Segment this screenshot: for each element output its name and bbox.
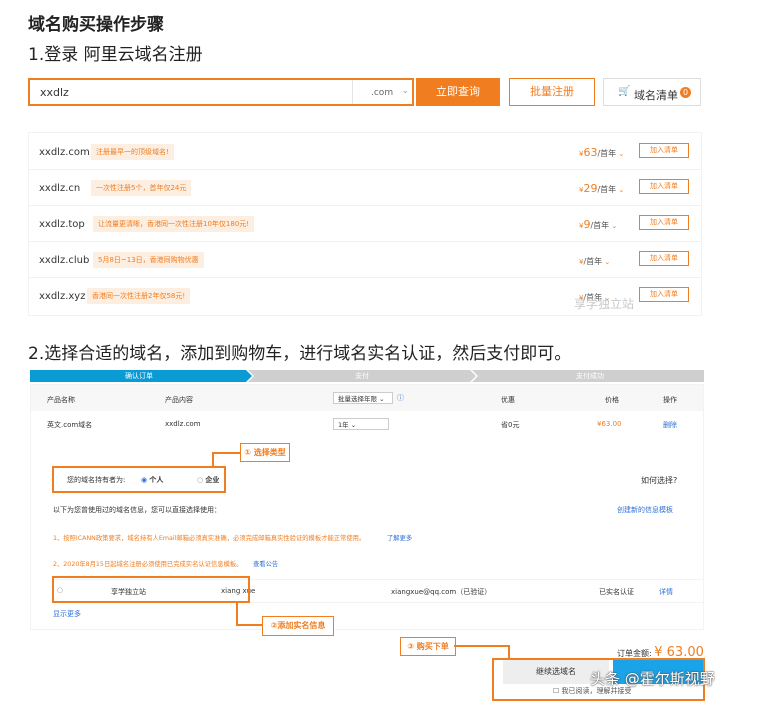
query-button[interactable]: 立即查询 — [416, 78, 500, 106]
row-price: ¥63.00 — [597, 420, 622, 428]
help-icon[interactable]: ⓘ — [397, 393, 404, 403]
col-discount: 优惠 — [501, 396, 515, 404]
col-action: 操作 — [663, 396, 677, 404]
add-to-list-button[interactable]: 加入清单 — [639, 143, 689, 158]
callout-line — [236, 624, 262, 626]
list-item: xxdlz.club 5月8日~13日，香港同购物优惠 ¥/首年 ⌄ 加入清单 — [29, 241, 701, 278]
step1-title: 1.登录 阿里云域名注册 — [28, 45, 203, 65]
promo-tag: 5月8日~13日，香港同购物优惠 — [93, 252, 204, 268]
watermark: 头条 @霍尔斯视野 — [590, 670, 715, 688]
watermark: 享学独立站 — [574, 297, 635, 311]
view-notice-link[interactable]: 查看公告 — [253, 559, 278, 568]
years-select[interactable]: 1年 ⌄ — [333, 418, 389, 430]
domain-name: xxdlz.com — [39, 147, 90, 158]
domain-name: xxdlz.top — [39, 219, 85, 230]
domain-name: xxdlz.xyz — [39, 291, 86, 302]
domain-price: ¥/首年 ⌄ — [579, 257, 611, 266]
show-more-link[interactable]: 显示更多 — [53, 609, 81, 619]
domain-name: xxdlz.cn — [39, 183, 81, 194]
suffix-value: .com — [371, 88, 394, 98]
table-header: 产品名称 产品内容 批量选择年限 ⌄ ⓘ 优惠 价格 操作 — [31, 385, 703, 411]
domain-price: ¥9/首年 ⌄ — [579, 218, 618, 231]
add-to-list-button[interactable]: 加入清单 — [639, 287, 689, 302]
template-status: 已实名认证 — [599, 588, 634, 596]
domain-price: ¥63/首年 ⌄ — [579, 146, 625, 159]
add-to-list-button[interactable]: 加入清单 — [639, 251, 689, 266]
step-pay: 支付 — [355, 372, 369, 380]
search-value: xxdlz — [40, 86, 69, 99]
note-icann: 1、按照ICANN政策要求，域名持有人Email邮箱必须真实准确，必须完成邮箱真… — [53, 535, 366, 542]
page-heading: 域名购买操作步骤 — [28, 15, 164, 35]
chevron-down-icon: ⌄ — [401, 86, 409, 96]
template-info-text: 以下为您曾使用过的域名信息，您可以直接选择使用： — [53, 506, 221, 514]
domain-price: ¥29/首年 ⌄ — [579, 182, 625, 195]
add-to-list-button[interactable]: 加入清单 — [639, 215, 689, 230]
callout-line — [236, 603, 238, 625]
create-template-link[interactable]: 创建新的信息模板 — [617, 505, 673, 515]
batch-register-button[interactable]: 批量注册 — [509, 78, 595, 106]
domain-search-input[interactable]: xxdlz .com ⌄ — [28, 78, 414, 106]
step-confirm: 确认订单 — [125, 372, 153, 380]
callout-line — [212, 452, 214, 466]
template-email: xiangxue@qq.com（已验证） — [391, 588, 492, 596]
checkout-progress: 确认订单 支付 支付成功 — [30, 370, 704, 382]
step-success: 支付成功 — [576, 372, 604, 380]
step2-title: 2.选择合适的域名，添加到购物车，进行域名实名认证，然后支付即可。 — [28, 344, 572, 364]
callout-add-realname: ②添加实名信息 — [262, 616, 334, 636]
how-choose-link[interactable]: 如何选择? — [641, 475, 677, 486]
callout-line — [508, 645, 510, 658]
callout-buy-order: ③ 购买下单 — [400, 637, 456, 656]
domain-list-button[interactable]: 🛒 域名清单 0 — [603, 78, 701, 106]
delete-link[interactable]: 删除 — [663, 420, 677, 430]
domain-list-label: 域名清单 — [634, 89, 678, 102]
holder-type-highlight — [52, 466, 226, 493]
note-realname: 2、2020年8月15日起域名注册必须使用已完成实名认证信息模板。 — [53, 561, 243, 568]
callout-line — [212, 452, 240, 454]
promo-tag: 香港同一次性注册2年仅58元! — [87, 288, 191, 304]
promo-tag: 一次性注册5个，首年仅24元 — [91, 180, 192, 196]
list-item: xxdlz.com 注册最早一的顶级域名! ¥63/首年 ⌄ 加入清单 — [29, 133, 701, 170]
row-discount: 省0元 — [501, 421, 520, 429]
template-detail-link[interactable]: 详情 — [659, 587, 673, 597]
callout-line — [454, 645, 510, 647]
add-to-list-button[interactable]: 加入清单 — [639, 179, 689, 194]
row-product-content: xxdlz.com — [165, 420, 201, 428]
template-highlight — [52, 576, 250, 603]
table-row: 英文.com域名 xxdlz.com 1年 ⌄ 省0元 ¥63.00 删除 — [31, 411, 703, 437]
domain-name: xxdlz.club — [39, 255, 90, 266]
cart-count-badge: 0 — [680, 87, 691, 98]
list-item: xxdlz.cn 一次性注册5个，首年仅24元 ¥29/首年 ⌄ 加入清单 — [29, 169, 701, 206]
list-item: xxdlz.top 让流量更清晰，香港同一次性注册10年仅180元! ¥9/首年… — [29, 205, 701, 242]
cart-icon: 🛒 — [618, 86, 631, 97]
promo-tag: 让流量更清晰，香港同一次性注册10年仅180元! — [93, 216, 255, 232]
domain-results-list: xxdlz.com 注册最早一的顶级域名! ¥63/首年 ⌄ 加入清单 xxdl… — [28, 132, 702, 316]
suffix-select[interactable]: .com ⌄ — [352, 80, 415, 104]
promo-tag: 注册最早一的顶级域名! — [91, 144, 174, 160]
row-product-name: 英文.com域名 — [47, 421, 93, 429]
col-product-content: 产品内容 — [165, 396, 193, 404]
batch-years-select[interactable]: 批量选择年限 ⌄ — [333, 392, 393, 404]
learn-more-link[interactable]: 了解更多 — [387, 533, 412, 542]
callout-select-type: ① 选择类型 — [240, 443, 290, 462]
col-product-name: 产品名称 — [47, 396, 75, 404]
col-price: 价格 — [605, 396, 619, 404]
